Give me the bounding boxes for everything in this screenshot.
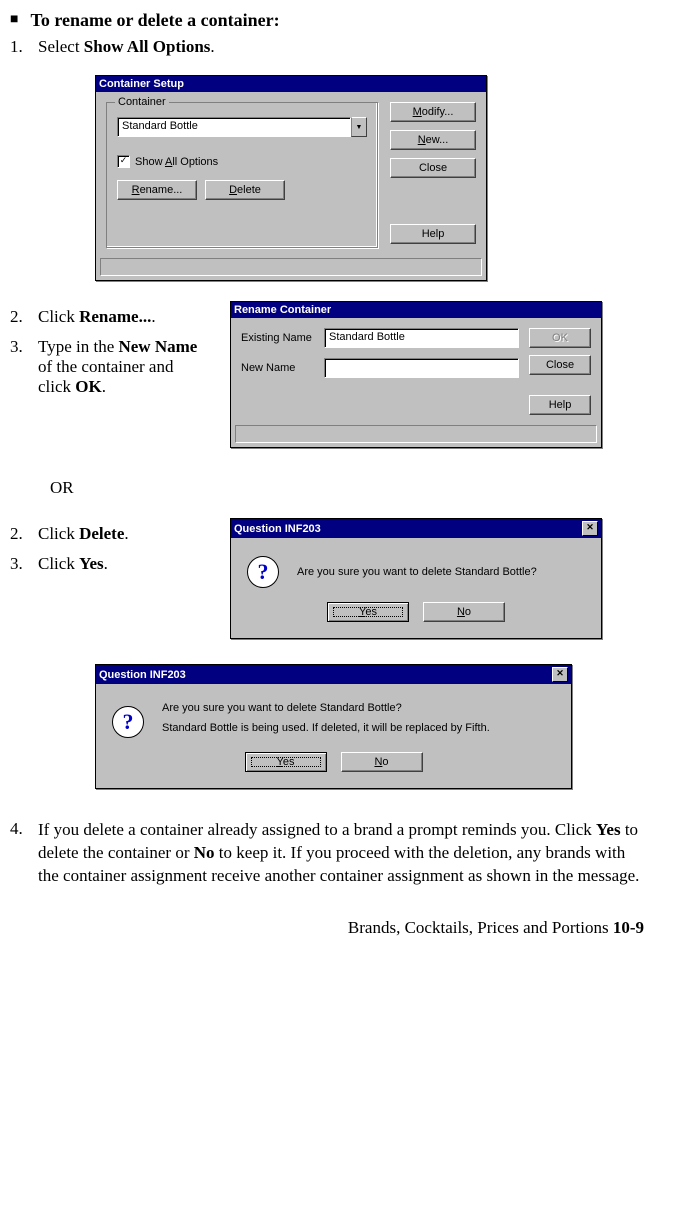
no-button[interactable]: No — [423, 602, 505, 622]
step-number: 3. — [10, 554, 38, 574]
titlebar: Question INF203 ✕ — [231, 519, 601, 538]
step-bold: Rename... — [79, 307, 151, 326]
step-4: 4. If you delete a container already ass… — [10, 819, 644, 888]
step-number: 2. — [10, 307, 38, 327]
close-button[interactable]: Close — [390, 158, 476, 178]
close-icon[interactable]: ✕ — [552, 667, 568, 682]
show-all-options-checkbox[interactable]: ✓ Show All Options — [117, 155, 367, 168]
step-number: 3. — [10, 337, 38, 397]
step-1: 1. Select Show All Options. — [10, 37, 644, 57]
groupbox-legend: Container — [115, 96, 169, 108]
statusbar — [100, 258, 482, 276]
ok-button[interactable]: OK — [529, 328, 591, 348]
checkbox-label: Show — [135, 156, 165, 168]
step-number: 2. — [10, 524, 38, 544]
question-message-2: Standard Bottle is being used. If delete… — [162, 722, 490, 734]
step-text: . — [124, 524, 128, 543]
dialog-container-setup: Container Setup Container Standard Bottl… — [95, 75, 487, 281]
titlebar: Question INF203 ✕ — [96, 665, 571, 684]
step-3a: 3. Type in the New Name of the container… — [10, 337, 210, 397]
step-number: 1. — [10, 37, 38, 57]
new-name-label: New Name — [241, 362, 316, 374]
step-text: Click — [38, 307, 79, 326]
close-icon[interactable]: ✕ — [582, 521, 598, 536]
container-dropdown[interactable]: Standard Bottle ▼ — [117, 117, 367, 137]
chevron-down-icon[interactable]: ▼ — [351, 117, 367, 137]
step-bold: OK — [75, 377, 101, 396]
rename-section: 2. Click Rename.... 3. Type in the New N… — [10, 301, 644, 448]
footer-text: Brands, Cocktails, Prices and Portions — [348, 918, 613, 937]
step-text: If you delete a container already assign… — [38, 820, 596, 839]
no-button[interactable]: No — [341, 752, 423, 772]
question-message: Are you sure you want to delete Standard… — [297, 566, 537, 578]
delete-section: 2. Click Delete. 3. Click Yes. Question … — [10, 518, 644, 639]
checkbox-label: ll Options — [172, 156, 218, 168]
dialog-title: Question INF203 — [234, 523, 321, 535]
step-bold: Yes — [596, 820, 621, 839]
yes-button[interactable]: Yes — [245, 752, 327, 772]
step-bold: Delete — [79, 524, 124, 543]
step-text: . — [151, 307, 155, 326]
step-text: . — [210, 37, 214, 56]
new-name-input[interactable] — [324, 358, 519, 378]
step-number: 4. — [10, 819, 38, 888]
dialog-title: Container Setup — [99, 78, 184, 90]
step-3b: 3. Click Yes. — [10, 554, 210, 574]
or-label: OR — [50, 478, 644, 498]
step-bold: New Name — [118, 337, 197, 356]
help-button[interactable]: Help — [390, 224, 476, 244]
yes-button[interactable]: Yes — [327, 602, 409, 622]
step-2a: 2. Click Rename.... — [10, 307, 210, 327]
dialog-question-1: Question INF203 ✕ ? Are you sure you wan… — [230, 518, 602, 639]
delete-button[interactable]: Delete — [205, 180, 285, 200]
help-button[interactable]: Help — [529, 395, 591, 415]
statusbar — [235, 425, 597, 443]
step-text: Click — [38, 554, 79, 573]
dialog-title: Rename Container — [234, 304, 331, 316]
page-footer: Brands, Cocktails, Prices and Portions 1… — [10, 918, 644, 938]
existing-name-label: Existing Name — [241, 332, 316, 344]
step-text: . — [102, 377, 106, 396]
titlebar: Container Setup — [96, 76, 486, 92]
step-text: Select — [38, 37, 84, 56]
question-icon: ? — [247, 556, 279, 588]
section-heading-row: ■ To rename or delete a container: — [10, 10, 644, 31]
dialog-rename-container: Rename Container Existing Name Standard … — [230, 301, 602, 448]
existing-name-value: Standard Bottle — [324, 328, 519, 348]
step-bold: Show All Options — [84, 37, 211, 56]
dropdown-value: Standard Bottle — [117, 117, 351, 137]
bullet-square-icon: ■ — [10, 12, 18, 28]
step-text: Type in the — [38, 337, 118, 356]
close-button[interactable]: Close — [529, 355, 591, 375]
step-bold: No — [194, 843, 215, 862]
titlebar: Rename Container — [231, 302, 601, 318]
checkbox-box: ✓ — [117, 155, 130, 168]
new-button[interactable]: New... — [390, 130, 476, 150]
groupbox-container: Container Standard Bottle ▼ ✓ Show All O… — [106, 102, 378, 248]
rename-button[interactable]: Rename... — [117, 180, 197, 200]
step-body: Select Show All Options. — [38, 37, 644, 57]
step-bold: Yes — [79, 554, 104, 573]
step-2b: 2. Click Delete. — [10, 524, 210, 544]
section-heading: To rename or delete a container: — [30, 10, 279, 31]
page-number: 10-9 — [613, 918, 644, 937]
question-icon: ? — [112, 706, 144, 738]
step-text: . — [104, 554, 108, 573]
step-text: Click — [38, 524, 79, 543]
dialog-title: Question INF203 — [99, 669, 186, 681]
question-message-1: Are you sure you want to delete Standard… — [162, 702, 490, 714]
dialog-question-2: Question INF203 ✕ ? Are you sure you wan… — [95, 664, 572, 789]
modify-button[interactable]: Modify... — [390, 102, 476, 122]
